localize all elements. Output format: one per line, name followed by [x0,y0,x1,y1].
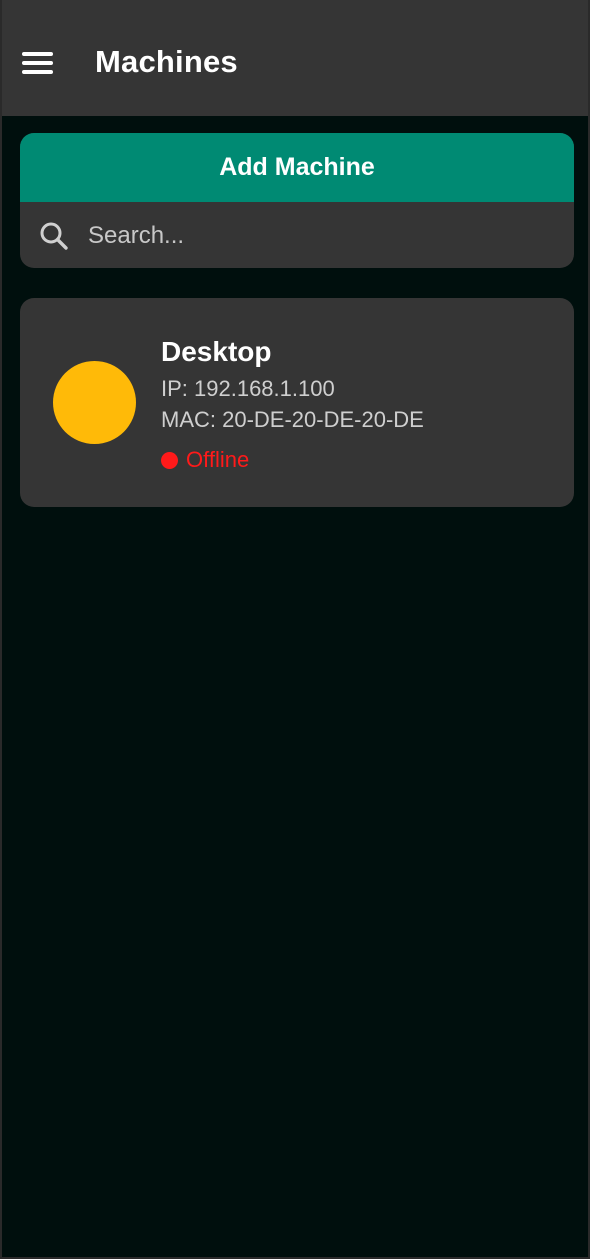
search-bar [20,202,574,268]
search-input[interactable] [86,214,556,258]
status-text: Offline [186,447,250,472]
app-bar: Machines [2,0,588,116]
menu-line [22,61,53,65]
app-root: Machines Add Machine Desktop IP: 192.168… [0,0,590,1259]
add-machine-button[interactable]: Add Machine [20,133,574,202]
hamburger-menu-icon[interactable] [22,52,53,74]
menu-line [22,70,53,74]
machine-avatar [53,361,136,444]
search-icon [40,222,68,250]
status-dot-icon [161,451,178,469]
menu-line [22,52,53,56]
machine-mac: MAC: 20-DE-20-DE-20-DE [161,407,424,432]
machine-card-desktop[interactable]: Desktop IP: 192.168.1.100 MAC: 20-DE-20-… [20,298,574,507]
page-title: Machines [95,44,238,79]
machine-status: Offline [161,447,249,473]
machine-ip: IP: 192.168.1.100 [161,376,335,401]
actions-panel: Add Machine [20,133,574,268]
machine-name: Desktop [161,336,272,367]
